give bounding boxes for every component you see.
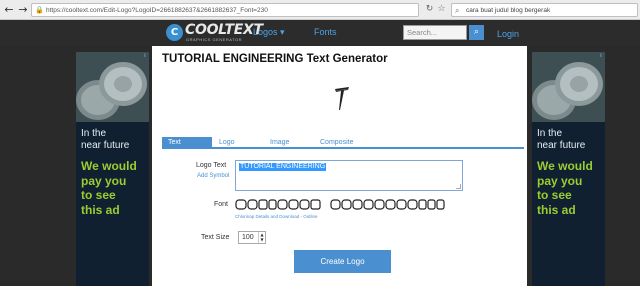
logo-wordmark: COOLTEXT [185, 22, 263, 38]
resize-handle[interactable] [456, 184, 461, 189]
ad-headline: In the near future [537, 128, 586, 151]
nav-logos-menu[interactable]: Logos ▾ [253, 27, 285, 38]
ad-banner-left[interactable]: i In the near future We would pay you to se… [76, 52, 149, 286]
logo-preview [335, 87, 349, 110]
ad-callout: We would pay you to see this ad [537, 159, 593, 217]
tab-text[interactable]: Text [162, 137, 212, 149]
create-logo-button[interactable]: Create Logo [294, 250, 391, 273]
nav-fonts-link[interactable]: Fonts [314, 27, 337, 37]
cooltext-logo[interactable]: C COOLTEXT GRAPHICS GENERATOR [166, 22, 263, 43]
font-label: Font [214, 201, 229, 208]
coin-image [76, 52, 149, 122]
text-size-label: Text Size [201, 234, 230, 241]
font-details-link[interactable]: Chlorinap Details and Download - Outline [235, 214, 318, 219]
login-link[interactable]: Login [497, 29, 519, 39]
browser-search-field[interactable]: ⌕ cara buat judul blog bergerak [451, 3, 638, 17]
star-icon[interactable]: ☆ [436, 4, 447, 15]
add-symbol-link[interactable]: Add Symbol [197, 173, 229, 179]
logo-tagline: GRAPHICS GENERATOR [186, 37, 242, 42]
site-search-input[interactable]: Search... [403, 25, 467, 40]
site-search-button[interactable]: ⌕ [469, 25, 484, 40]
tab-composite[interactable]: Composite [320, 137, 353, 149]
ad-headline: In the near future [81, 128, 130, 151]
editor-panel: TUTORIAL ENGINEERING Text Generator Text… [152, 46, 527, 286]
logo-text-input[interactable]: TUTORIAL ENGINEERING [235, 160, 463, 191]
ad-info-icon[interactable]: i [142, 53, 148, 59]
coin-image [532, 52, 605, 122]
back-arrow-icon[interactable]: ← [2, 3, 16, 17]
ad-info-icon[interactable]: i [598, 53, 604, 59]
logo-text-value[interactable]: TUTORIAL ENGINEERING [239, 163, 327, 171]
tab-image[interactable]: Image [270, 137, 289, 149]
url-text[interactable]: https://cooltext.com/Edit-Logo?LogoID=26… [46, 4, 268, 17]
lock-icon: 🔒 [35, 6, 44, 14]
ad-callout: We would pay you to see this ad [81, 159, 137, 217]
editor-tabs: Text Logo Image Composite [162, 137, 524, 149]
text-size-value[interactable]: 100 [242, 232, 254, 243]
tab-logo[interactable]: Logo [219, 137, 235, 149]
font-sample-image[interactable] [235, 198, 445, 211]
search-icon: ⌕ [455, 6, 460, 15]
address-bar[interactable]: 🔒 https://cooltext.com/Edit-Logo?LogoID=… [31, 3, 419, 17]
browser-toolbar: ← → 🔒 https://cooltext.com/Edit-Logo?Log… [0, 0, 640, 20]
site-header: C COOLTEXT GRAPHICS GENERATOR Logos ▾ Fo… [0, 20, 640, 46]
cooltext-badge-icon: C [166, 24, 183, 41]
forward-arrow-icon[interactable]: → [16, 3, 30, 17]
text-size-stepper[interactable]: 100 ▲ ▼ [238, 231, 266, 244]
ad-banner-right[interactable]: i In the near future We would pay you to se… [532, 52, 605, 286]
logo-text-label: Logo Text [196, 162, 227, 169]
reload-icon[interactable]: ↻ [424, 4, 435, 15]
browser-search-query[interactable]: cara buat judul blog bergerak [466, 4, 550, 17]
spin-arrows-icon[interactable]: ▲ ▼ [258, 232, 265, 243]
page-title: TUTORIAL ENGINEERING Text Generator [162, 53, 388, 65]
site-search-placeholder: Search... [407, 28, 438, 37]
